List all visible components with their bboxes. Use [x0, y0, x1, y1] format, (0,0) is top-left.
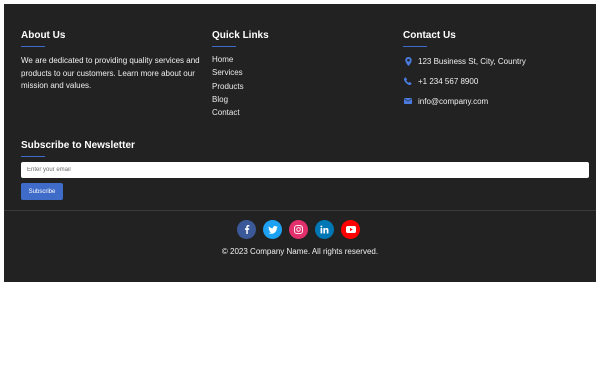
- phone-text: +1 234 567 8900: [418, 76, 479, 86]
- phone-icon: [403, 76, 413, 86]
- footer-divider: [4, 210, 596, 211]
- email-input[interactable]: [21, 162, 589, 178]
- about-section: About Us We are dedicated to providing q…: [21, 30, 201, 101]
- about-text: We are dedicated to providing quality se…: [21, 56, 200, 90]
- subscribe-button[interactable]: Subscribe: [21, 183, 63, 200]
- contact-section: Contact Us 123 Business St, City, Countr…: [403, 30, 588, 107]
- instagram-icon[interactable]: [289, 220, 308, 239]
- link-blog[interactable]: Blog: [212, 93, 372, 106]
- copyright-text: © 2023 Company Name. All rights reserved…: [221, 247, 379, 256]
- address-text: 123 Business St, City, Country: [418, 56, 526, 66]
- heading-underline: [21, 156, 45, 157]
- link-products[interactable]: Products: [212, 80, 372, 93]
- newsletter-section: Subscribe to Newsletter Subscribe: [21, 140, 589, 200]
- about-heading: About Us: [21, 30, 66, 41]
- email-text: info@company.com: [418, 96, 489, 106]
- footer: About Us We are dedicated to providing q…: [4, 4, 596, 282]
- contact-phone: +1 234 567 8900: [403, 75, 588, 87]
- contact-heading: Contact Us: [403, 30, 456, 41]
- link-contact[interactable]: Contact: [212, 106, 372, 119]
- contact-address: 123 Business St, City, Country: [403, 55, 588, 67]
- link-home[interactable]: Home: [212, 53, 372, 66]
- quick-links-section: Quick Links Home Services Products Blog …: [212, 30, 372, 119]
- envelope-icon: [403, 96, 413, 106]
- facebook-icon[interactable]: [237, 220, 256, 239]
- social-links: [237, 220, 360, 239]
- heading-underline: [403, 46, 427, 47]
- youtube-icon[interactable]: [341, 220, 360, 239]
- heading-underline: [21, 46, 45, 47]
- newsletter-heading: Subscribe to Newsletter: [21, 140, 135, 151]
- twitter-icon[interactable]: [263, 220, 282, 239]
- heading-underline: [212, 46, 236, 47]
- quick-links-heading: Quick Links: [212, 30, 269, 41]
- quick-links-list: Home Services Products Blog Contact: [212, 53, 372, 119]
- linkedin-icon[interactable]: [315, 220, 334, 239]
- map-marker-icon: [403, 56, 413, 66]
- contact-email: info@company.com: [403, 95, 588, 107]
- link-services[interactable]: Services: [212, 66, 372, 79]
